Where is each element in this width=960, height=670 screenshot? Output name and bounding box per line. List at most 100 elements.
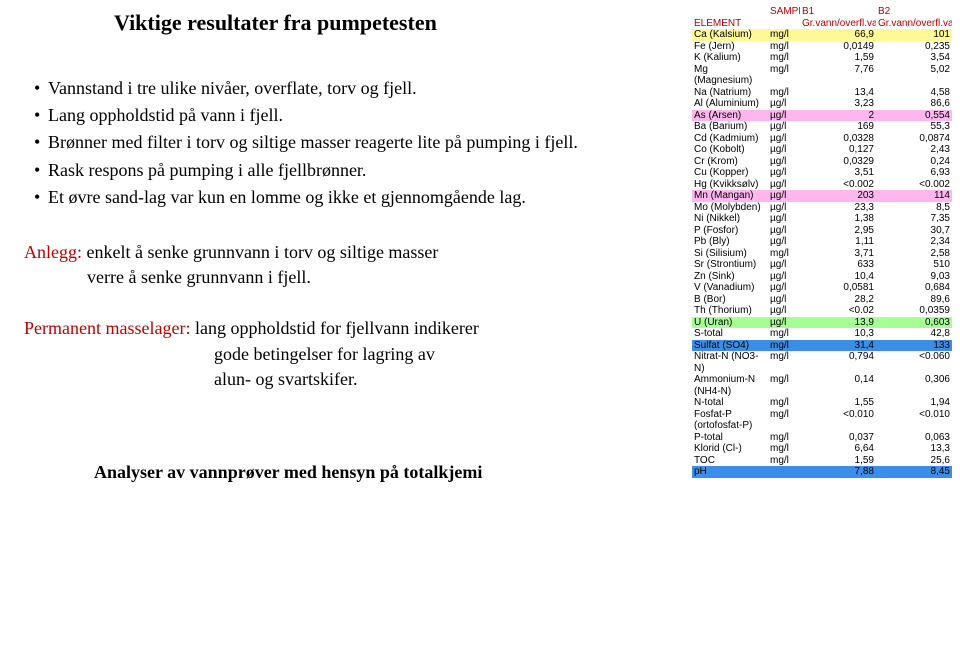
section-line: gode betingelser for lagring av — [24, 342, 674, 367]
table-row: Hg (Kvikksølv)µg/l<0.002<0.002 — [692, 179, 952, 191]
cell-value-b1: 0,0329 — [800, 156, 876, 168]
cell-element: V (Vanadium) — [692, 282, 768, 294]
cell-value-b2: 4,58 — [876, 87, 952, 99]
cell-value-b2: 86,6 — [876, 98, 952, 110]
hdr-sample: SAMPLE — [768, 6, 800, 18]
table-row: TOCmg/l1,5925,6 — [692, 455, 952, 467]
table-row: Sulfat (SO4)mg/l31,4133 — [692, 340, 952, 352]
cell-unit: mg/l — [768, 397, 800, 409]
cell-element: As (Arsen) — [692, 110, 768, 122]
cell-value-b1: 23,3 — [800, 202, 876, 214]
cell-value-b2: 8,5 — [876, 202, 952, 214]
table-row: Ca (Kalsium)mg/l66,9101 — [692, 29, 952, 41]
section-line: alun- og svartskifer. — [24, 367, 674, 392]
hdr-b2: B2 — [876, 6, 952, 18]
cell-element: N-total — [692, 397, 768, 409]
cell-unit: µg/l — [768, 202, 800, 214]
cell-value-b2: 2,34 — [876, 236, 952, 248]
page-title: Viktige resultater fra pumpetesten — [114, 10, 674, 36]
cell-value-b1: <0.02 — [800, 305, 876, 317]
results-table: SAMPLE B1 B2 ELEMENT Gr.vann/overfl.vann… — [692, 6, 952, 478]
cell-element: Cd (Kadmium) — [692, 133, 768, 145]
cell-element: Sulfat (SO4) — [692, 340, 768, 352]
cell-element: TOC — [692, 455, 768, 467]
cell-unit: mg/l — [768, 52, 800, 64]
cell-element: Mg (Magnesium) — [692, 64, 768, 87]
cell-unit: µg/l — [768, 225, 800, 237]
table-row: Na (Natrium)mg/l13,44,58 — [692, 87, 952, 99]
cell-value-b2: 0,063 — [876, 432, 952, 444]
cell-unit: µg/l — [768, 133, 800, 145]
section-anlegg: Anlegg: enkelt å senke grunnvann i torv … — [24, 240, 674, 290]
table-row: S-totalmg/l10,342,8 — [692, 328, 952, 340]
table-row: V (Vanadium)µg/l0,05810,684 — [692, 282, 952, 294]
cell-element: Fosfat-P (ortofosfat-P) — [692, 409, 768, 432]
bullet-item: Brønner med filter i torv og siltige mas… — [34, 130, 674, 155]
cell-value-b2: 9,03 — [876, 271, 952, 283]
cell-value-b1: 31,4 — [800, 340, 876, 352]
section-permanent: Permanent masselager: lang oppholdstid f… — [24, 316, 674, 392]
table-row: Fe (Jern)mg/l0,01490,235 — [692, 41, 952, 53]
cell-element: K (Kalium) — [692, 52, 768, 64]
cell-unit: µg/l — [768, 259, 800, 271]
table-row: Klorid (Cl-)mg/l6,6413,3 — [692, 443, 952, 455]
cell-value-b1: 0,127 — [800, 144, 876, 156]
cell-unit: µg/l — [768, 98, 800, 110]
table-row: Nitrat-N (NO3-N)mg/l0,794<0.060 — [692, 351, 952, 374]
cell-value-b2: 0,235 — [876, 41, 952, 53]
cell-unit: µg/l — [768, 271, 800, 283]
cell-value-b1: 2,95 — [800, 225, 876, 237]
cell-value-b1: 7,88 — [800, 466, 876, 478]
cell-unit: µg/l — [768, 167, 800, 179]
cell-value-b1: 10,3 — [800, 328, 876, 340]
cell-value-b1: 0,0581 — [800, 282, 876, 294]
cell-value-b2: 0,306 — [876, 374, 952, 397]
section-line: verre å senke grunnvann i fjell. — [24, 265, 674, 290]
cell-value-b1: 633 — [800, 259, 876, 271]
table-row: P (Fosfor)µg/l2,9530,7 — [692, 225, 952, 237]
hdr-b1: B1 — [800, 6, 876, 18]
cell-value-b1: 10,4 — [800, 271, 876, 283]
hdr-b1-sub: Gr.vann/overfl.vann — [800, 18, 876, 30]
table-row: As (Arsen)µg/l20,554 — [692, 110, 952, 122]
cell-unit: mg/l — [768, 41, 800, 53]
cell-unit: µg/l — [768, 236, 800, 248]
cell-unit: µg/l — [768, 190, 800, 202]
cell-value-b1: 1,55 — [800, 397, 876, 409]
cell-value-b2: 89,6 — [876, 294, 952, 306]
cell-unit: mg/l — [768, 351, 800, 374]
cell-element: P-total — [692, 432, 768, 444]
cell-element: Co (Kobolt) — [692, 144, 768, 156]
cell-unit: µg/l — [768, 144, 800, 156]
cell-value-b2: 101 — [876, 29, 952, 41]
cell-unit: mg/l — [768, 29, 800, 41]
cell-element: Sr (Strontium) — [692, 259, 768, 271]
table-row: Sr (Strontium)µg/l633510 — [692, 259, 952, 271]
cell-element: Nitrat-N (NO3-N) — [692, 351, 768, 374]
cell-unit: µg/l — [768, 294, 800, 306]
cell-unit — [768, 466, 800, 478]
cell-element: pH — [692, 466, 768, 478]
cell-value-b2: 510 — [876, 259, 952, 271]
table-row: N-totalmg/l1,551,94 — [692, 397, 952, 409]
cell-value-b2: <0.010 — [876, 409, 952, 432]
cell-element: Al (Aluminium) — [692, 98, 768, 110]
bullet-item: Rask respons på pumping i alle fjellbrøn… — [34, 158, 674, 183]
cell-value-b2: 30,7 — [876, 225, 952, 237]
cell-value-b1: 0,0328 — [800, 133, 876, 145]
cell-unit: µg/l — [768, 282, 800, 294]
cell-element: B (Bor) — [692, 294, 768, 306]
cell-value-b1: 0,037 — [800, 432, 876, 444]
cell-value-b2: <0.060 — [876, 351, 952, 374]
cell-unit: mg/l — [768, 432, 800, 444]
bullet-item: Et øvre sand-lag var kun en lomme og ikk… — [34, 185, 674, 210]
section-line: enkelt å senke grunnvann i torv og silti… — [87, 242, 439, 262]
cell-value-b2: 6,93 — [876, 167, 952, 179]
cell-element: Hg (Kvikksølv) — [692, 179, 768, 191]
cell-value-b1: 2 — [800, 110, 876, 122]
section-lead: Permanent masselager: — [24, 318, 190, 338]
cell-element: Ba (Barium) — [692, 121, 768, 133]
cell-unit: µg/l — [768, 121, 800, 133]
cell-value-b1: 3,23 — [800, 98, 876, 110]
cell-value-b1: 13,9 — [800, 317, 876, 329]
